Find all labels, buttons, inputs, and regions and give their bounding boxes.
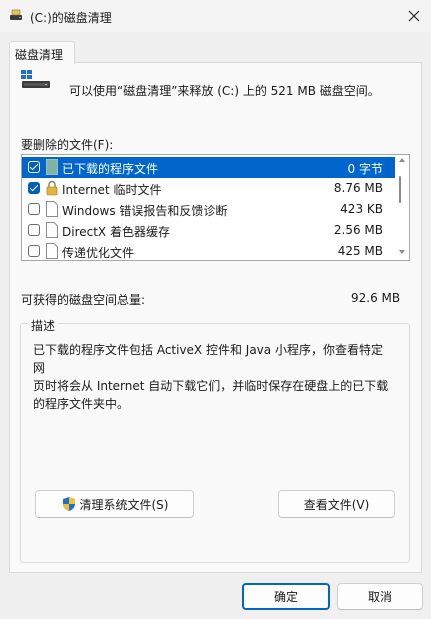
files-to-delete-label: 要删除的文件(F):	[21, 138, 114, 152]
list-item[interactable]: DirectX 着色器缓存 2.56 MB	[22, 220, 395, 241]
drive-icon	[21, 70, 50, 88]
uac-shield-icon	[62, 497, 75, 511]
files-listbox[interactable]: 已下载的程序文件 0 字节 Internet 临时文件 8.76 MB Wind…	[21, 154, 410, 261]
file-icon	[46, 201, 58, 217]
item-checkbox[interactable]	[28, 182, 40, 194]
list-item[interactable]: 已下载的程序文件 0 字节	[22, 157, 395, 178]
tab-disk-cleanup[interactable]: 磁盘清理	[9, 41, 75, 64]
item-name: DirectX 着色器缓存	[62, 225, 170, 239]
description-title: 描述	[28, 317, 59, 334]
description-line: 已下载的程序文件包括 ActiveX 控件和 Java 小程序，你查看特定网	[33, 343, 383, 375]
ok-label: 确定	[273, 590, 298, 604]
list-item[interactable]: Windows 错误报告和反馈诊断 423 KB	[22, 199, 395, 220]
close-button[interactable]	[404, 6, 424, 26]
list-item[interactable]: 传递优化文件 425 MB	[22, 241, 395, 260]
space-gain-value: 92.6 MB	[351, 291, 401, 305]
clean-system-files-button[interactable]: 清理系统文件(S)	[35, 490, 194, 518]
ok-button[interactable]: 确定	[242, 583, 330, 610]
item-size: 0 字节	[347, 162, 383, 176]
close-icon	[408, 10, 420, 22]
description-line: 页时将会从 Internet 自动下载它们，并临时保存在硬盘上的已下载	[33, 379, 389, 393]
view-files-label: 查看文件(V)	[303, 497, 370, 512]
clean-system-files-label: 清理系统文件(S)	[79, 497, 169, 512]
item-checkbox[interactable]	[28, 245, 40, 257]
file-icon	[46, 222, 58, 238]
info-text: 可以使用“磁盘清理”来释放 (C:) 上的 521 MB 磁盘空间。	[69, 84, 380, 98]
item-checkbox[interactable]	[28, 224, 40, 236]
item-name: Windows 错误报告和反馈诊断	[62, 204, 228, 218]
file-icon	[46, 243, 58, 259]
item-size: 423 KB	[340, 202, 383, 216]
window-title: (C:)的磁盘清理	[30, 11, 112, 25]
folder-teal-icon	[46, 159, 58, 175]
view-files-button[interactable]: 查看文件(V)	[278, 490, 395, 518]
item-name: 已下载的程序文件	[62, 162, 159, 176]
item-size: 2.56 MB	[333, 223, 383, 237]
item-checkbox[interactable]	[28, 161, 40, 173]
tab-label: 磁盘清理	[15, 48, 64, 62]
description-line: 的程序文件夹中。	[33, 397, 130, 411]
scroll-up-icon[interactable]	[398, 157, 406, 163]
cancel-button[interactable]: 取消	[337, 583, 423, 610]
space-gain-label: 可获得的磁盘空间总量:	[21, 293, 146, 307]
disk-cleanup-app-icon	[10, 9, 22, 20]
lock-icon	[46, 180, 58, 196]
list-item[interactable]: Internet 临时文件 8.76 MB	[22, 178, 395, 199]
item-size: 425 MB	[337, 244, 383, 258]
description-text: 已下载的程序文件包括 ActiveX 控件和 Java 小程序，你查看特定网 页…	[33, 341, 393, 413]
scrollbar-thumb[interactable]	[399, 176, 401, 203]
item-checkbox[interactable]	[28, 203, 40, 215]
scroll-down-icon[interactable]	[398, 249, 406, 255]
cancel-label: 取消	[367, 590, 392, 604]
item-size: 8.76 MB	[333, 181, 383, 195]
item-name: Internet 临时文件	[62, 183, 162, 197]
item-name: 传递优化文件	[62, 246, 135, 260]
